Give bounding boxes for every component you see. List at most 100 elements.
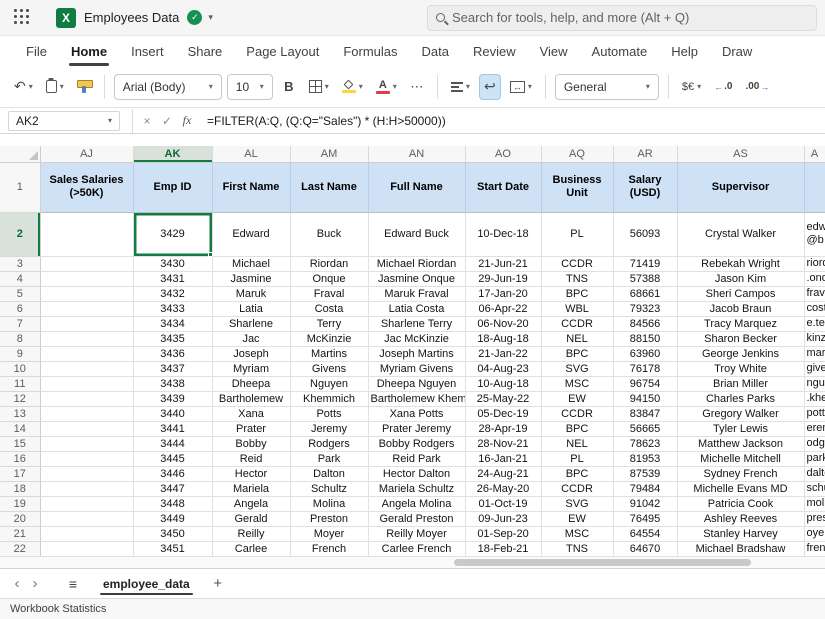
cell-AS9[interactable]: George Jenkins	[677, 346, 804, 361]
cell-AO5[interactable]: 17-Jan-20	[465, 286, 541, 301]
cell-AS13[interactable]: Gregory Walker	[677, 406, 804, 421]
menu-data[interactable]: Data	[410, 36, 461, 66]
cell-A11[interactable]: nguy	[804, 376, 825, 391]
cell-AS18[interactable]: Michelle Evans MD	[677, 481, 804, 496]
cell-AK11[interactable]: 3438	[133, 376, 212, 391]
cell-AS21[interactable]: Stanley Harvey	[677, 526, 804, 541]
row-header-15[interactable]: 15	[0, 436, 40, 451]
cell-AN17[interactable]: Hector Dalton	[368, 466, 465, 481]
column-header-AS[interactable]: AS	[677, 146, 804, 162]
cell-A13[interactable]: potts	[804, 406, 825, 421]
number-format-select[interactable]: General ▾	[555, 74, 659, 100]
row-header-6[interactable]: 6	[0, 301, 40, 316]
cell-AJ13[interactable]	[40, 406, 133, 421]
cell-AS7[interactable]: Tracy Marquez	[677, 316, 804, 331]
cell-A3[interactable]: riord	[804, 256, 825, 271]
cell-AK21[interactable]: 3450	[133, 526, 212, 541]
cancel-icon[interactable]: ×	[137, 114, 157, 128]
cell-AO14[interactable]: 28-Apr-19	[465, 421, 541, 436]
cell-AS2[interactable]: Crystal Walker	[677, 212, 804, 256]
cell-AS17[interactable]: Sydney French	[677, 466, 804, 481]
cell-AJ22[interactable]	[40, 541, 133, 556]
currency-format-button[interactable]: $€ ▾	[678, 74, 705, 100]
menu-home[interactable]: Home	[59, 36, 119, 66]
cell-AR7[interactable]: 84566	[613, 316, 677, 331]
row-header-12[interactable]: 12	[0, 391, 40, 406]
cell-AN4[interactable]: Jasmine Onque	[368, 271, 465, 286]
cell-A20[interactable]: prest	[804, 511, 825, 526]
cell-AL11[interactable]: Dheepa	[212, 376, 290, 391]
cell-AO15[interactable]: 28-Nov-21	[465, 436, 541, 451]
fill-color-button[interactable]: ▾	[338, 74, 367, 100]
cell-AR12[interactable]: 94150	[613, 391, 677, 406]
cell-AS8[interactable]: Sharon Becker	[677, 331, 804, 346]
cell-AQ17[interactable]: BPC	[541, 466, 613, 481]
search-input[interactable]	[452, 10, 808, 25]
cell-A6[interactable]: costa	[804, 301, 825, 316]
title-chevron-icon[interactable]: ▾	[208, 12, 213, 23]
cell-AQ5[interactable]: BPC	[541, 286, 613, 301]
cell-AR20[interactable]: 76495	[613, 511, 677, 526]
cell-A19[interactable]: moli	[804, 496, 825, 511]
cell-AJ15[interactable]	[40, 436, 133, 451]
menu-formulas[interactable]: Formulas	[331, 36, 409, 66]
cell-A2[interactable]: edw @b	[804, 212, 825, 256]
cell-AN20[interactable]: Gerald Preston	[368, 511, 465, 526]
cell-AJ2[interactable]	[40, 212, 133, 256]
cell-AK22[interactable]: 3451	[133, 541, 212, 556]
cell-A15[interactable]: odge	[804, 436, 825, 451]
cell-AN18[interactable]: Mariela Schultz	[368, 481, 465, 496]
cell-A4[interactable]: .onq	[804, 271, 825, 286]
cell-AL18[interactable]: Mariela	[212, 481, 290, 496]
header-cell-AQ1[interactable]: Business Unit	[541, 162, 613, 212]
cell-AM2[interactable]: Buck	[290, 212, 368, 256]
cell-A8[interactable]: kinz	[804, 331, 825, 346]
cell-AO9[interactable]: 21-Jan-22	[465, 346, 541, 361]
row-header-10[interactable]: 10	[0, 361, 40, 376]
cell-AO19[interactable]: 01-Oct-19	[465, 496, 541, 511]
name-box[interactable]: AK2 ▾	[8, 111, 120, 131]
header-cell-AL1[interactable]: First Name	[212, 162, 290, 212]
cell-A5[interactable]: frav	[804, 286, 825, 301]
row-header-13[interactable]: 13	[0, 406, 40, 421]
cell-AN21[interactable]: Reilly Moyer	[368, 526, 465, 541]
cell-AJ20[interactable]	[40, 511, 133, 526]
cell-AS22[interactable]: Michael Bradshaw	[677, 541, 804, 556]
cell-AN14[interactable]: Prater Jeremy	[368, 421, 465, 436]
cell-AJ3[interactable]	[40, 256, 133, 271]
cell-AO22[interactable]: 18-Feb-21	[465, 541, 541, 556]
cell-AR16[interactable]: 81953	[613, 451, 677, 466]
menu-review[interactable]: Review	[461, 36, 528, 66]
row-header-11[interactable]: 11	[0, 376, 40, 391]
cell-AQ21[interactable]: MSC	[541, 526, 613, 541]
wrap-text-button[interactable]: ↩	[479, 74, 501, 100]
cell-A12[interactable]: .khe	[804, 391, 825, 406]
cell-AQ20[interactable]: EW	[541, 511, 613, 526]
cell-AL17[interactable]: Hector	[212, 466, 290, 481]
menu-draw[interactable]: Draw	[710, 36, 764, 66]
menu-view[interactable]: View	[528, 36, 580, 66]
cell-AR21[interactable]: 64554	[613, 526, 677, 541]
cell-AK19[interactable]: 3448	[133, 496, 212, 511]
cell-AQ6[interactable]: WBL	[541, 301, 613, 316]
cell-AN8[interactable]: Jac McKinzie	[368, 331, 465, 346]
cell-AL6[interactable]: Latia	[212, 301, 290, 316]
cell-AS15[interactable]: Matthew Jackson	[677, 436, 804, 451]
cell-A14[interactable]: erem	[804, 421, 825, 436]
cell-AJ8[interactable]	[40, 331, 133, 346]
menu-file[interactable]: File	[14, 36, 59, 66]
cell-AM16[interactable]: Park	[290, 451, 368, 466]
cell-AM15[interactable]: Rodgers	[290, 436, 368, 451]
cell-AR4[interactable]: 57388	[613, 271, 677, 286]
row-header-1[interactable]: 1	[0, 162, 40, 212]
column-header-AQ[interactable]: AQ	[541, 146, 613, 162]
bold-button[interactable]: B	[278, 74, 300, 100]
cell-AQ16[interactable]: PL	[541, 451, 613, 466]
paste-button[interactable]: ▾	[42, 74, 68, 100]
cell-AL5[interactable]: Maruk	[212, 286, 290, 301]
cell-AM14[interactable]: Jeremy	[290, 421, 368, 436]
cell-AO4[interactable]: 29-Jun-19	[465, 271, 541, 286]
cell-AJ19[interactable]	[40, 496, 133, 511]
column-header-AN[interactable]: AN	[368, 146, 465, 162]
cell-AL3[interactable]: Michael	[212, 256, 290, 271]
